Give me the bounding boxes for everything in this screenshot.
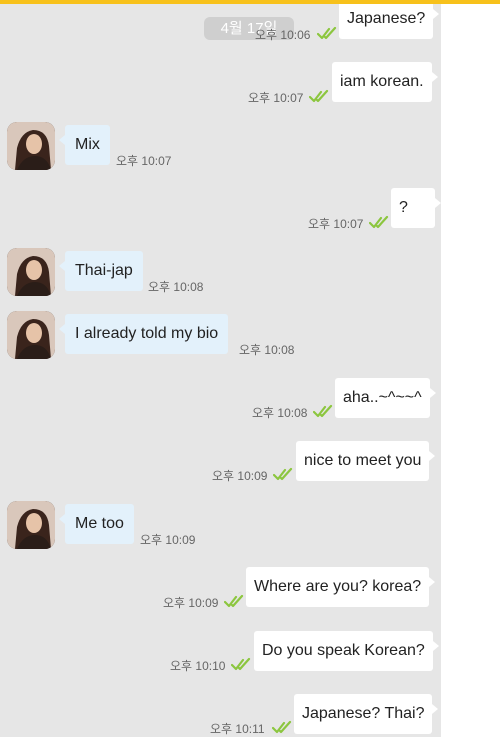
message-time: 오후 10:09	[163, 596, 219, 610]
message-bubble-outgoing[interactable]: Japanese?	[339, 0, 440, 39]
contact-avatar[interactable]	[7, 501, 55, 549]
contact-avatar[interactable]	[7, 248, 55, 296]
read-check-icon	[224, 594, 244, 608]
message-bubble-outgoing[interactable]: nice to meet you	[296, 441, 436, 481]
read-check-icon	[369, 215, 389, 229]
read-check-icon	[272, 720, 292, 734]
message-bubble-incoming[interactable]: Me too	[59, 504, 134, 544]
message-time: 오후 10:08	[148, 280, 204, 294]
message-time: 오후 10:07	[116, 154, 172, 168]
message-time: 오후 10:09	[140, 533, 196, 547]
read-check-icon	[317, 26, 337, 40]
read-check-icon	[309, 89, 329, 103]
avatar-photo-icon	[7, 501, 55, 549]
read-check-icon	[273, 467, 293, 481]
message-bubble-incoming[interactable]: Mix	[59, 125, 110, 165]
message-time: 오후 10:08	[252, 406, 308, 420]
avatar-photo-icon	[7, 311, 55, 359]
avatar-photo-icon	[7, 122, 55, 170]
message-time: 오후 10:07	[308, 217, 364, 231]
message-time: 오후 10:09	[212, 469, 268, 483]
message-time: 오후 10:11	[210, 722, 265, 736]
contact-avatar[interactable]	[7, 311, 55, 359]
message-bubble-incoming[interactable]: I already told my bio	[58, 314, 229, 354]
message-bubble-outgoing[interactable]: iam korean.	[332, 62, 438, 102]
message-time: 오후 10:10	[170, 659, 226, 673]
message-bubble-outgoing[interactable]: aha..~^~~^	[335, 378, 436, 418]
read-check-icon	[313, 404, 333, 418]
message-time: 오후 10:07	[248, 91, 304, 105]
message-time: 오후 10:08	[239, 343, 295, 357]
message-bubble-outgoing[interactable]: Japanese? Thai?	[294, 694, 439, 734]
top-accent-bar	[0, 0, 500, 4]
message-bubble-outgoing[interactable]: ?	[391, 188, 441, 228]
message-bubble-incoming[interactable]: Thai-jap	[59, 251, 143, 291]
avatar-photo-icon	[7, 248, 55, 296]
message-bubble-outgoing[interactable]: Do you speak Korean?	[254, 631, 439, 671]
message-bubble-outgoing[interactable]: Where are you? korea?	[246, 567, 436, 607]
read-check-icon	[231, 657, 251, 671]
chat-thread[interactable]: 4월 17일 Japanese? 오후 10:06 iam korean. 오후…	[0, 0, 441, 737]
contact-avatar[interactable]	[7, 122, 55, 170]
message-time: 오후 10:06	[255, 28, 311, 42]
